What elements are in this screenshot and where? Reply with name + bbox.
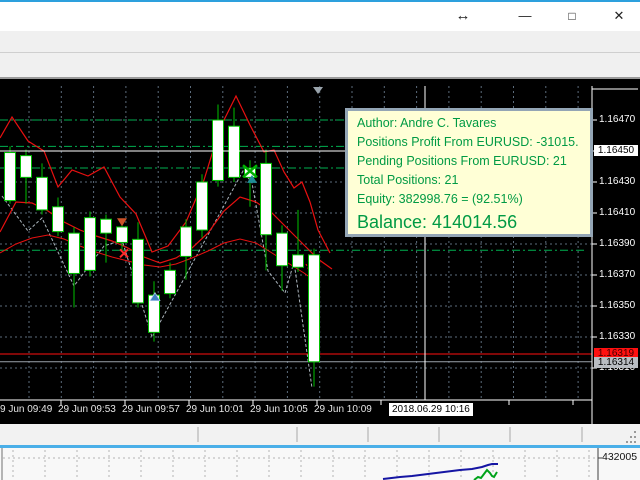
- info-panel-line: Pending Positions From EURUSD: 21: [357, 154, 567, 168]
- price-tick-label: 1.16330: [599, 331, 636, 342]
- info-panel-line: Total Positions: 21: [357, 173, 459, 187]
- price-tick-label: 1.16470: [599, 114, 636, 125]
- info-panel-lines: Author: Andre C. Tavares Positions Profit…: [357, 114, 590, 209]
- maximize-button[interactable]: □: [557, 6, 587, 26]
- time-tick-label: 29 Jun 10:09: [314, 404, 372, 415]
- toolbar-row-1: [0, 31, 640, 53]
- price-scale[interactable]: 1.16470 1.16430 1.16410 1.16390 1.16370 1.163…: [592, 79, 640, 424]
- subchart-value-label: 432005: [602, 451, 638, 463]
- balance-text: Balance: 414014.56: [357, 212, 518, 232]
- close-button[interactable]: ✕: [604, 6, 634, 26]
- time-tick-label: 9 Jun 09:49: [0, 404, 53, 415]
- crosshair-time-tag: 2018.06.29 10:16: [389, 403, 473, 416]
- application-window: ↔ — □ ✕ 1.16470 1.16430 1.16410 1.16390 1.16…: [0, 0, 640, 480]
- time-tick-label: 29 Jun 10:05: [250, 404, 308, 415]
- title-bar[interactable]: ↔ — □ ✕: [0, 2, 640, 31]
- price-tick-label: 1.16430: [599, 176, 636, 187]
- info-panel: Author: Andre C. Tavares Positions Profit…: [345, 108, 593, 237]
- time-tick-label: 29 Jun 09:53: [58, 404, 116, 415]
- toolbar-row-2: [0, 53, 640, 79]
- info-panel-line: Equity: 382998.76 = (92.51%): [357, 192, 523, 206]
- minimize-button[interactable]: —: [510, 6, 540, 26]
- time-tick-label: 29 Jun 10:01: [186, 404, 244, 415]
- time-scale[interactable]: 9 Jun 09:49 29 Jun 09:53 29 Jun 09:57 29 Ju…: [0, 401, 592, 423]
- info-panel-line: Author: Andre C. Tavares: [357, 116, 497, 130]
- restore-window-icon[interactable]: ↔: [448, 6, 478, 26]
- crosshair-price-tag: 1.16450: [594, 145, 638, 156]
- price-tick-label: 1.16410: [599, 207, 636, 218]
- bid-price-tag: 1.16314: [594, 356, 638, 368]
- price-tick-label: 1.16390: [599, 238, 636, 249]
- status-strip: [0, 424, 640, 445]
- info-panel-line: Positions Profit From EURUSD: -31015.: [357, 135, 579, 149]
- time-tick-label: 29 Jun 09:57: [122, 404, 180, 415]
- price-tick-label: 1.16370: [599, 269, 636, 280]
- equity-subchart[interactable]: [0, 448, 640, 480]
- price-tick-label: 1.16350: [599, 300, 636, 311]
